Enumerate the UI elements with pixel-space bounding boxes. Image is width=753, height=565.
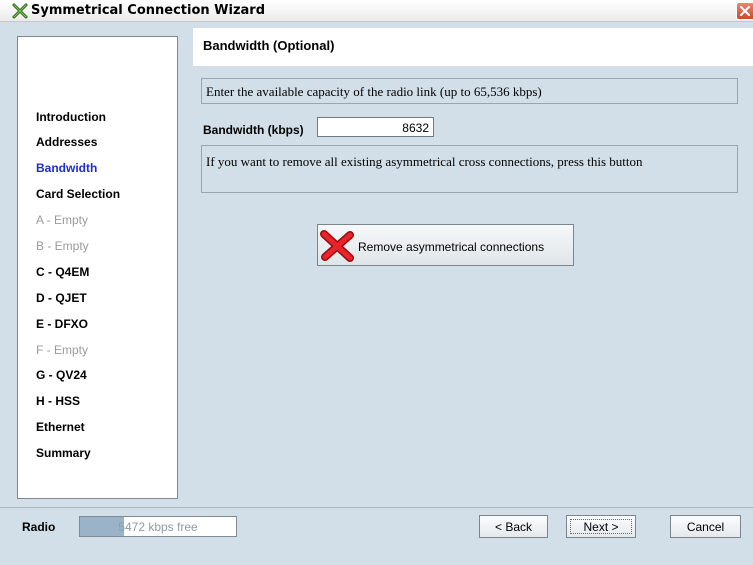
wizard-window: Symmetrical Connection Wizard Introducti… xyxy=(0,0,753,565)
remove-info-text: If you want to remove all existing asymm… xyxy=(206,154,643,169)
window-title: Symmetrical Connection Wizard xyxy=(31,3,266,18)
nav-item-d-qjet[interactable]: D - QJET xyxy=(36,291,87,307)
nav-item-h-hss[interactable]: H - HSS xyxy=(36,394,80,410)
nav-item-summary[interactable]: Summary xyxy=(36,446,91,462)
nav-item-a-empty: A - Empty xyxy=(36,213,89,227)
page-header: Bandwidth (Optional) xyxy=(193,28,753,66)
capacity-info-text: Enter the available capacity of the radi… xyxy=(206,84,542,99)
wizard-footer: Radio 5472 kbps free < Back Next > Cance… xyxy=(0,507,753,543)
nav-item-g-qv24[interactable]: G - QV24 xyxy=(36,368,87,384)
next-button-focus-ring xyxy=(570,519,632,534)
nav-item-bandwidth[interactable]: Bandwidth xyxy=(36,161,97,177)
next-button[interactable]: Next > xyxy=(566,515,636,538)
bandwidth-free-text: 5472 kbps free xyxy=(118,520,198,534)
nav-item-f-empty: F - Empty xyxy=(36,343,89,357)
bandwidth-label: Bandwidth (kbps) xyxy=(203,123,304,137)
title-bar: Symmetrical Connection Wizard xyxy=(0,0,753,22)
wizard-app-icon xyxy=(12,3,28,19)
remove-asymmetrical-label: Remove asymmetrical connections xyxy=(358,240,545,254)
radio-label: Radio xyxy=(22,520,56,534)
bandwidth-usage-bar: 5472 kbps free xyxy=(79,516,237,537)
page-title: Bandwidth (Optional) xyxy=(203,38,335,53)
wizard-steps-panel: Introduction Addresses Bandwidth Card Se… xyxy=(17,36,178,499)
close-button[interactable] xyxy=(736,2,753,20)
nav-item-addresses[interactable]: Addresses xyxy=(36,135,97,151)
cancel-button[interactable]: Cancel xyxy=(670,515,741,538)
nav-item-b-empty: B - Empty xyxy=(36,239,89,253)
bandwidth-input[interactable]: 8632 xyxy=(317,117,434,137)
red-x-icon xyxy=(320,230,354,265)
remove-asymmetrical-button[interactable]: Remove asymmetrical connections xyxy=(317,224,574,266)
remove-info-box: If you want to remove all existing asymm… xyxy=(201,145,738,193)
nav-item-ethernet[interactable]: Ethernet xyxy=(36,420,85,436)
nav-item-c-q4em[interactable]: C - Q4EM xyxy=(36,265,89,281)
capacity-info-box: Enter the available capacity of the radi… xyxy=(201,78,738,104)
close-icon xyxy=(740,6,750,16)
nav-item-introduction[interactable]: Introduction xyxy=(36,110,106,126)
nav-item-e-dfxo[interactable]: E - DFXO xyxy=(36,317,88,333)
back-button[interactable]: < Back xyxy=(479,515,548,538)
nav-item-card-selection[interactable]: Card Selection xyxy=(36,187,120,203)
